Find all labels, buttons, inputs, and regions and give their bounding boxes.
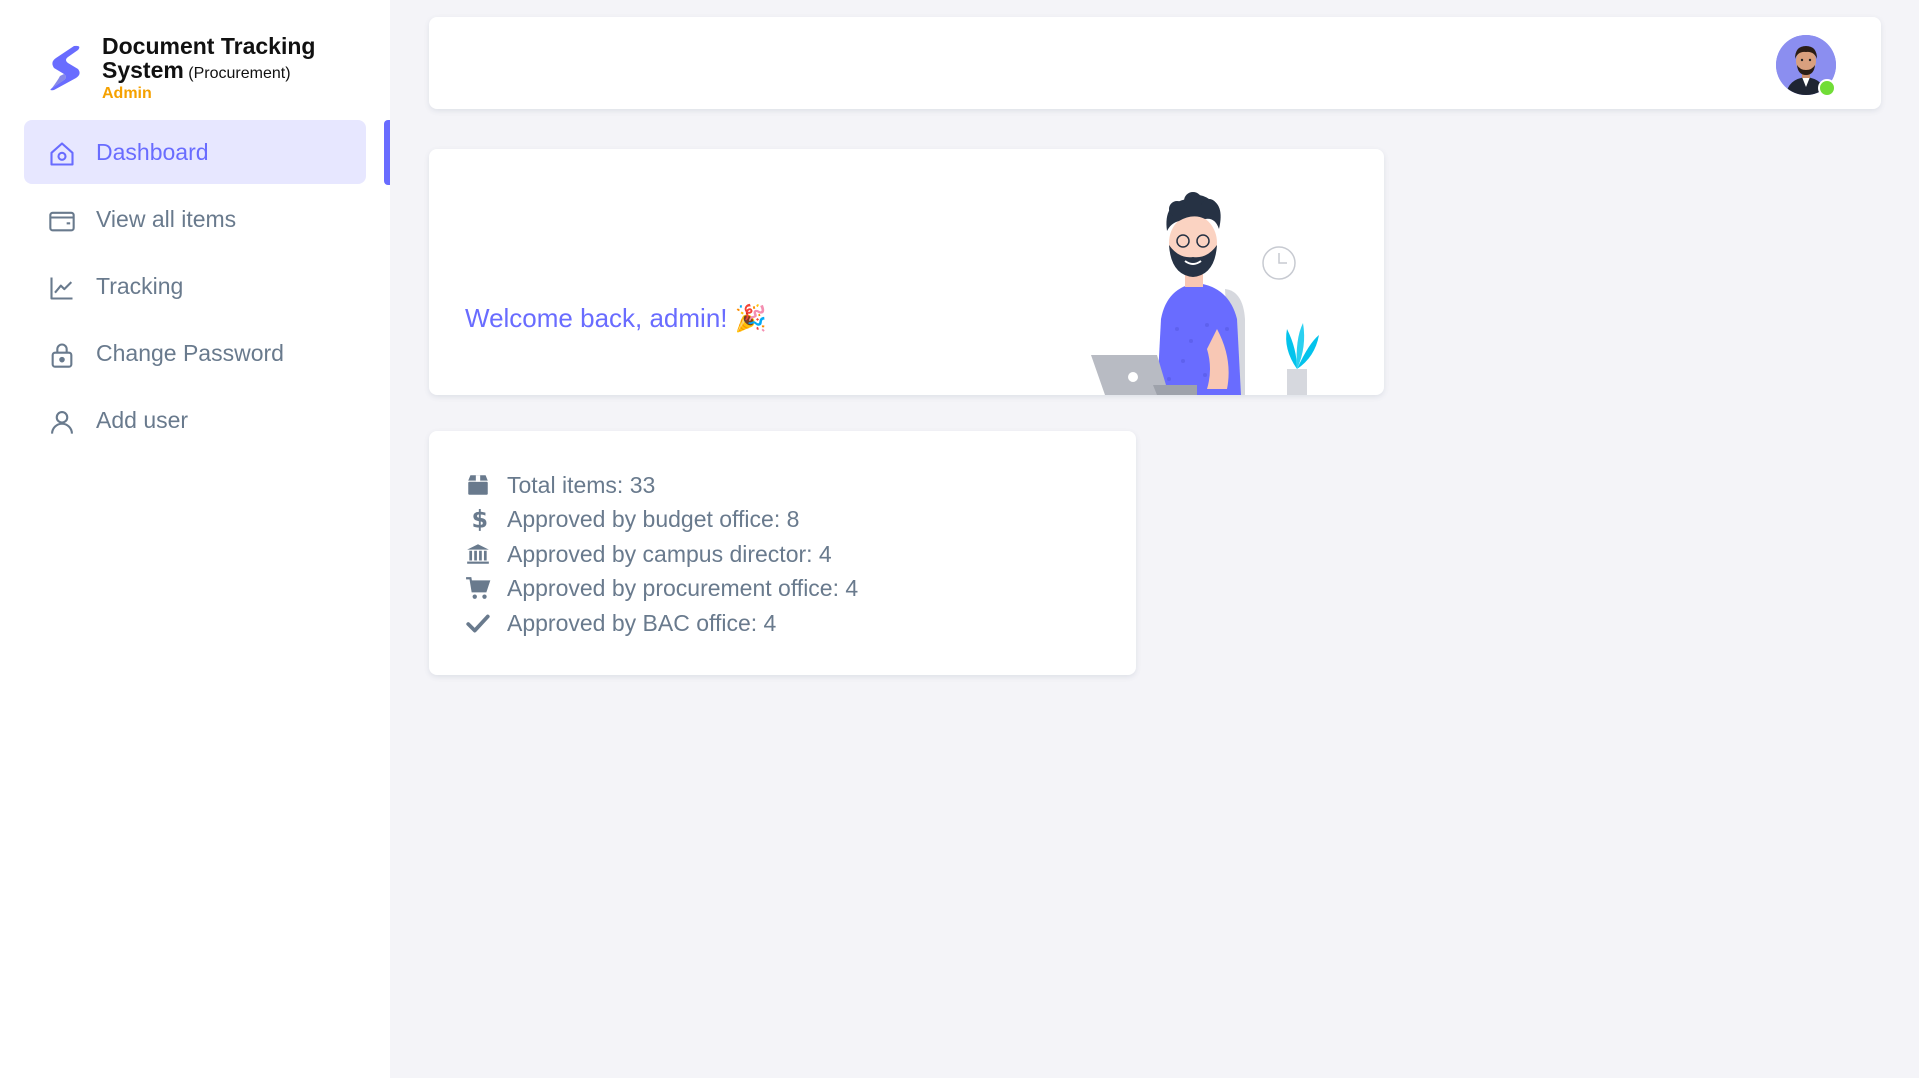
lock-icon (51, 343, 73, 368)
sidebar-item-label: View all items (96, 205, 237, 232)
welcome-card: Welcome back, admin! 🎉 (429, 149, 1384, 395)
stat-campus-director: Approved by campus director: 4 (465, 537, 832, 571)
sidebar-menu: Dashboard View all items Tracking Change… (24, 120, 366, 455)
stats-card: Total items: 33 $ Approved by budget off… (429, 431, 1136, 675)
stat-label: Approved by budget office: 8 (507, 505, 800, 532)
brand[interactable]: Document Tracking System (Procurement) A… (40, 32, 380, 102)
welcome-message: Welcome back, admin! 🎉 (465, 303, 768, 333)
active-menu-marker (384, 120, 390, 185)
brand-subtitle: (Procurement) (188, 65, 291, 82)
logo-icon (50, 45, 80, 91)
sidebar-item-label: Change Password (96, 339, 284, 366)
brand-title-line2: System (102, 57, 184, 83)
sidebar-item-dashboard[interactable]: Dashboard (24, 120, 366, 184)
dollar-icon: $ (472, 506, 489, 532)
sidebar-item-add-user[interactable]: Add user (24, 388, 366, 452)
sidebar-item-view-all-items[interactable]: View all items (24, 187, 366, 251)
wallet-icon (49, 211, 75, 232)
top-navbar (429, 17, 1881, 109)
check-icon (466, 614, 490, 633)
brand-title: Document Tracking (102, 33, 316, 59)
line-chart-icon (50, 277, 73, 300)
stat-budget-office: $ Approved by budget office: 8 (465, 502, 800, 536)
sidebar-item-label: Add user (96, 406, 189, 433)
svg-text:$: $ (472, 506, 489, 532)
user-icon (51, 411, 73, 434)
sidebar-item-label: Tracking (96, 272, 184, 299)
man-with-laptop-illustration (1091, 192, 1319, 395)
stat-label: Approved by campus director: 4 (507, 540, 832, 567)
stat-procurement-office: Approved by procurement office: 4 (465, 571, 858, 605)
online-status-badge (1818, 79, 1836, 97)
home-icon (50, 142, 74, 166)
sidebar-item-label: Dashboard (96, 138, 209, 165)
bank-icon (467, 544, 489, 564)
stat-total-items: Total items: 33 (465, 468, 655, 502)
stat-label: Approved by BAC office: 4 (507, 609, 777, 636)
stat-label: Total items: 33 (507, 471, 656, 498)
stat-label: Approved by procurement office: 4 (507, 574, 859, 601)
box-icon (468, 475, 488, 495)
sidebar-item-change-password[interactable]: Change Password (24, 321, 366, 385)
sidebar-item-tracking[interactable]: Tracking (24, 254, 366, 318)
brand-role: Admin (102, 85, 152, 102)
sidebar: Document Tracking System (Procurement) A… (0, 0, 390, 1078)
stat-bac-office: Approved by BAC office: 4 (465, 606, 776, 640)
cart-icon (466, 577, 491, 599)
